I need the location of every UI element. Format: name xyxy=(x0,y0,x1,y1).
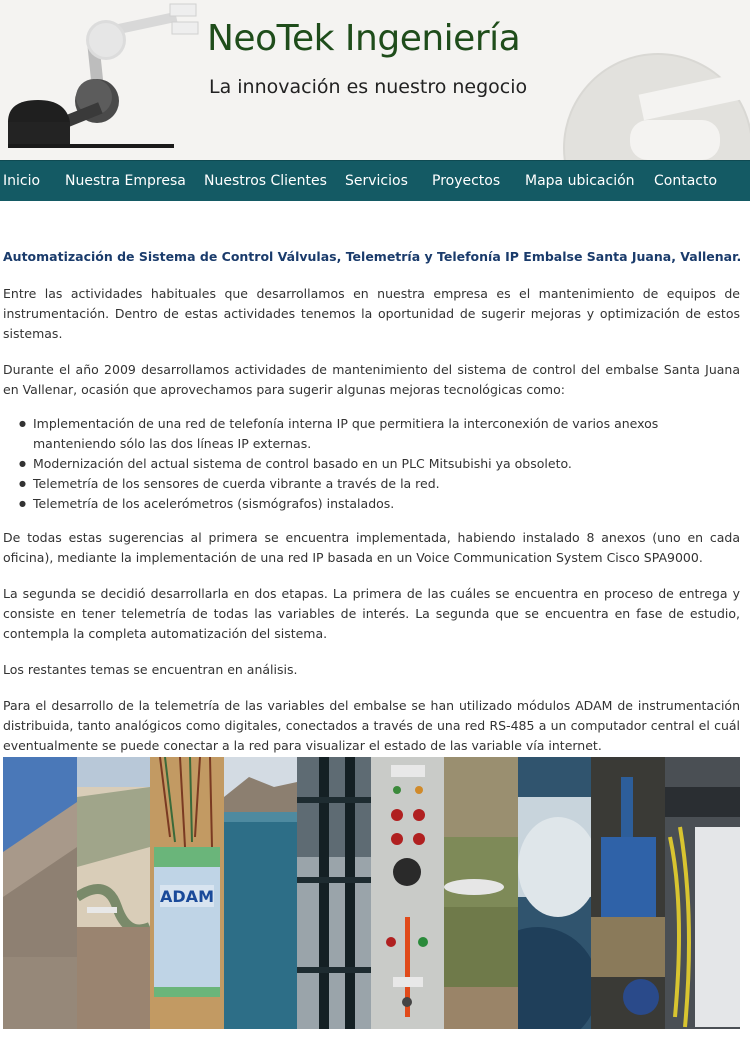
photo-control-panel xyxy=(371,757,444,1029)
nav-item-nuestros-clientes[interactable]: Nuestros Clientes xyxy=(204,161,327,202)
nav-item-contacto[interactable]: Contacto xyxy=(654,161,717,202)
nav-item-servicios[interactable]: Servicios xyxy=(345,161,408,202)
nav-item-nuestra-empresa[interactable]: Nuestra Empresa xyxy=(65,161,186,202)
list-item: Implementación de una red de telefonía i… xyxy=(3,414,740,454)
article-paragraph: La segunda se decidió desarrollarla en d… xyxy=(3,586,740,641)
photo-pump-machinery xyxy=(591,757,665,1029)
site-tagline: La innovación es nuestro negocio xyxy=(209,76,528,98)
article-heading: Automatización de Sistema de Control Vál… xyxy=(3,249,742,264)
photo-water-discharge xyxy=(518,757,591,1029)
list-item: Modernización del actual sistema de cont… xyxy=(3,454,740,474)
article-paragraph: Durante el año 2009 desarrollamos activi… xyxy=(3,362,740,397)
photo-rocky-slope xyxy=(3,757,77,1029)
article-paragraph: Entre las actividades habituales que des… xyxy=(3,286,740,341)
list-item: Telemetría de los acelerómetros (sismógr… xyxy=(3,494,740,514)
photo-spillway-valley xyxy=(444,757,518,1029)
photo-reservoir xyxy=(224,757,297,1029)
site-title: NeoTek Ingeniería xyxy=(207,18,521,59)
article-paragraph: Los restantes temas se encuentran en aná… xyxy=(3,662,298,677)
list-item: Telemetría de los sensores de cuerda vib… xyxy=(3,474,740,494)
photo-wiring-cabinet xyxy=(665,757,740,1029)
main-nav: Inicio Nuestra Empresa Nuestros Clientes… xyxy=(0,160,750,201)
site-header: NeoTek Ingeniería La innovación es nuest… xyxy=(0,0,750,160)
article-paragraph: Para el desarrollo de la telemetría de l… xyxy=(3,698,740,753)
adam-label: ADAM xyxy=(160,887,214,906)
photo-river-valley xyxy=(77,757,150,1029)
photo-steel-structure xyxy=(297,757,371,1029)
photo-adam-module: ADAM xyxy=(150,757,224,1029)
photo-strip: ADAM xyxy=(3,757,740,1029)
article: Automatización de Sistema de Control Vál… xyxy=(3,248,742,772)
nav-item-inicio[interactable]: Inicio xyxy=(3,161,40,202)
improvements-list: Implementación de una red de telefonía i… xyxy=(3,414,740,514)
article-paragraph: De todas estas sugerencias al primera se… xyxy=(3,530,740,565)
nav-item-mapa-ubicacion[interactable]: Mapa ubicación xyxy=(525,161,635,202)
nav-item-proyectos[interactable]: Proyectos xyxy=(432,161,500,202)
